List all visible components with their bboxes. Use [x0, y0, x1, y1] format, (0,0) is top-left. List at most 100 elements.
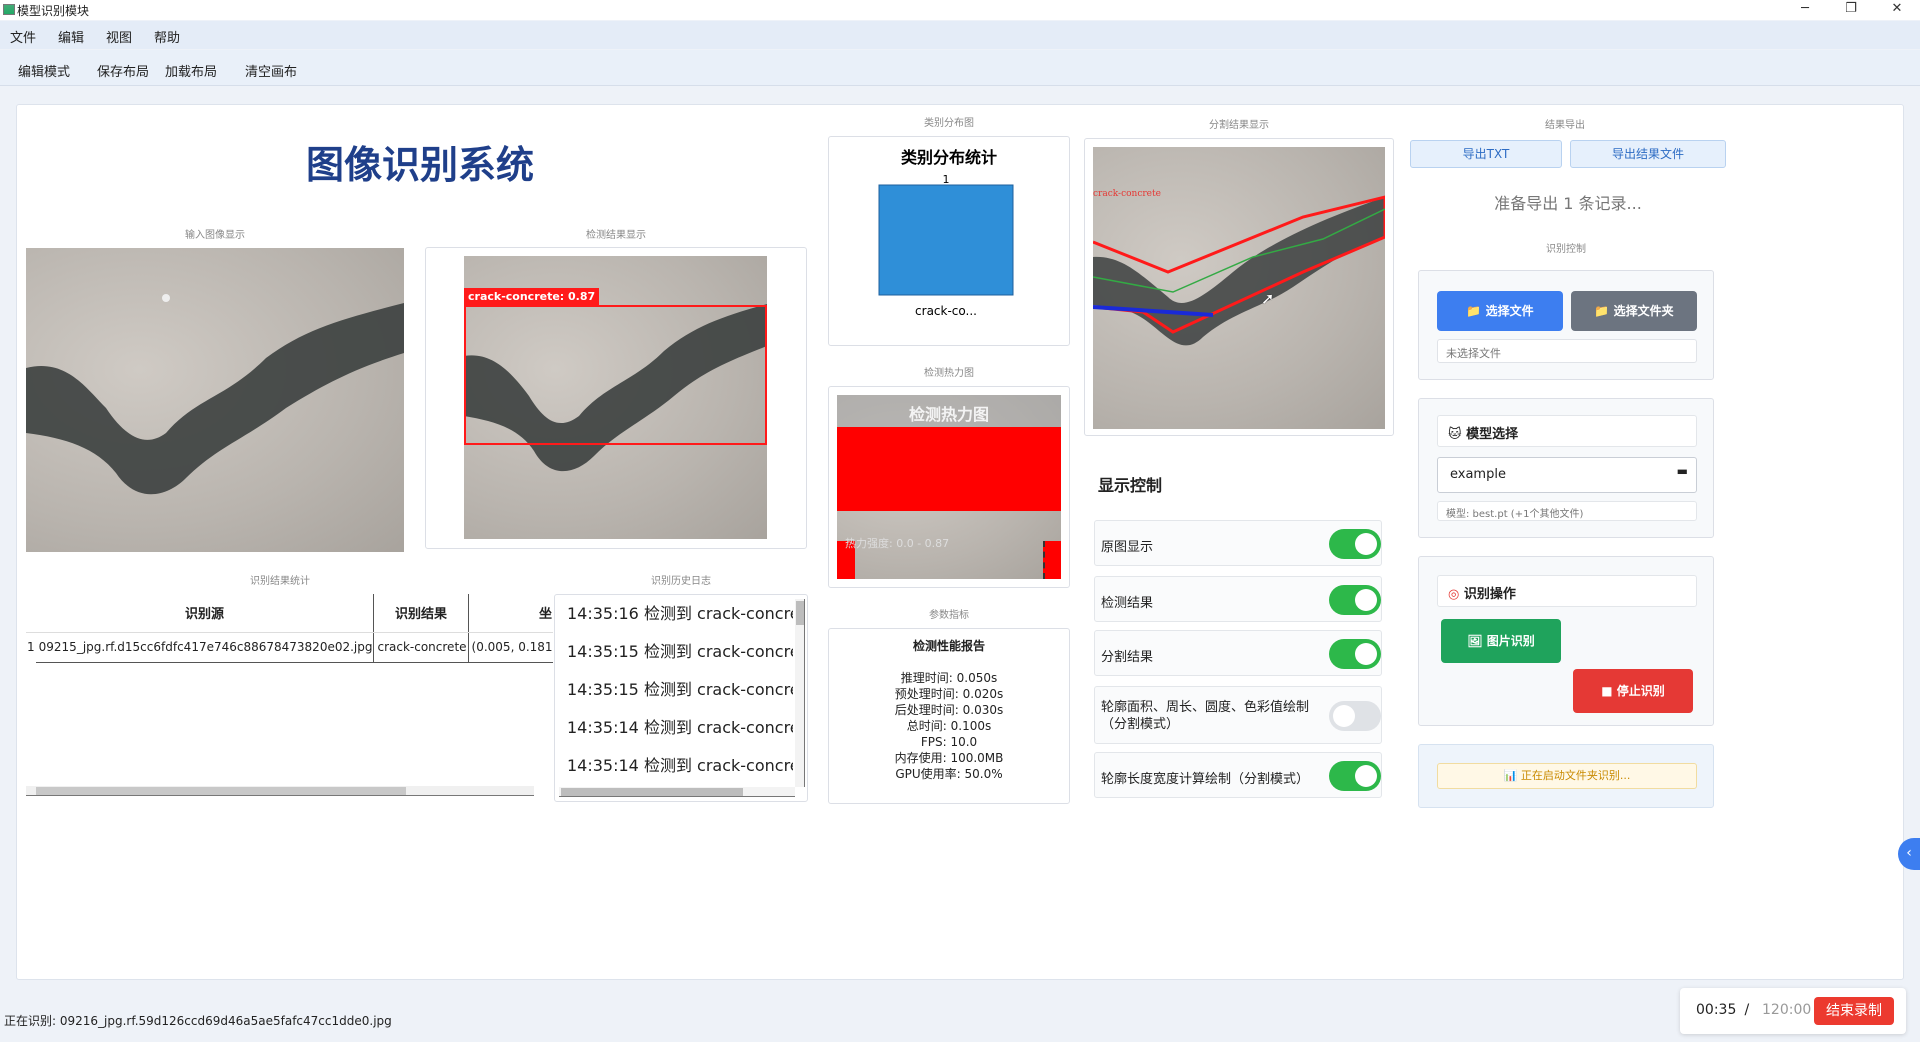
minimize-icon[interactable]: ─	[1782, 0, 1828, 20]
stop-recog-button[interactable]: ■ 停止识别	[1573, 669, 1693, 713]
title-bar: 模型识别模块 ─ ❐ ✕	[0, 0, 1920, 20]
folder-icon: 📁	[1594, 304, 1610, 318]
log-vscroll-thumb[interactable]	[796, 601, 804, 625]
save-layout-button[interactable]: 保存布局	[97, 61, 149, 80]
row-source: 09215_jpg.rf.d15cc6fdfc417e746c886784738…	[35, 632, 375, 663]
table-hscroll-thumb[interactable]	[36, 787, 406, 795]
toggle-label: 检测结果	[1101, 596, 1154, 611]
heatmap-title: 检测热力图	[908, 405, 989, 424]
menu-view[interactable]: 视图	[106, 27, 132, 46]
table-header-result[interactable]: 识别结果	[373, 594, 469, 633]
result-stats-caption: 识别结果统计	[250, 576, 310, 587]
input-image-caption: 输入图像显示	[185, 230, 245, 241]
report-line: 预处理时间: 0.020s	[894, 687, 1004, 701]
menu-file[interactable]: 文件	[10, 27, 36, 46]
chart-icon: 📊	[1503, 769, 1518, 782]
heatmap-panel: 检测热力图 热力强度: 0.0 - 0.87	[828, 386, 1070, 588]
display-control-title: 显示控制	[1098, 476, 1163, 495]
menu-help[interactable]: 帮助	[154, 27, 180, 46]
table-header-coord[interactable]: 坐	[468, 594, 554, 633]
dropdown-icon: ▬	[1676, 464, 1688, 478]
report-line: FPS: 10.0	[920, 735, 978, 749]
file-status: 未选择文件	[1437, 339, 1697, 363]
report-line: 推理时间: 0.050s	[900, 671, 998, 685]
detect-result-panel: crack-concrete: 0.87	[425, 247, 807, 549]
image-icon: 🖼	[1467, 634, 1483, 648]
recording-elapsed: 00:35	[1696, 1002, 1737, 1018]
export-caption: 结果导出	[1545, 120, 1585, 131]
heatmap-image: 检测热力图 热力强度: 0.0 - 0.87	[837, 395, 1061, 579]
toggle-original-display[interactable]	[1329, 529, 1381, 559]
export-file-button[interactable]: 导出结果文件	[1570, 140, 1726, 168]
toggle-row-contour-area: 轮廓面积、周长、圆度、色彩值绘制（分割模式）	[1094, 686, 1382, 744]
toggle-row-original: 原图显示	[1094, 520, 1382, 566]
input-image	[26, 248, 404, 552]
log-vscrollbar[interactable]	[795, 599, 805, 787]
progress-status: 📊 正在启动文件夹识别...	[1437, 763, 1697, 789]
load-layout-button[interactable]: 加载布局	[165, 61, 217, 80]
segment-image: crack-concrete ➚	[1093, 147, 1385, 429]
select-folder-button[interactable]: 📁 选择文件夹	[1571, 291, 1697, 331]
recording-widget: 00:35 / 120:00 结束录制	[1680, 988, 1906, 1034]
toolbar: 编辑模式 保存布局 加载布局 清空画布	[0, 50, 1920, 86]
file-select-panel: 📁 选择文件 📁 选择文件夹 未选择文件	[1418, 270, 1714, 380]
heatmap-range-label: 热力强度: 0.0 - 0.87	[845, 537, 950, 550]
log-hscroll-thumb[interactable]	[561, 788, 743, 796]
recording-total: 120:00	[1762, 1002, 1812, 1018]
history-log-caption: 识别历史日志	[651, 576, 711, 587]
restore-icon[interactable]: ❐	[1828, 0, 1874, 20]
class-dist-panel: 类别分布统计 1 crack-co...	[828, 136, 1070, 346]
menu-edit[interactable]: 编辑	[58, 27, 84, 46]
menu-bar: 文件 编辑 视图 帮助	[0, 21, 1920, 49]
table-header-source[interactable]: 识别源	[35, 594, 375, 633]
report-line: GPU使用率: 50.0%	[895, 767, 1003, 781]
log-hscrollbar[interactable]	[559, 787, 795, 797]
stop-icon: ■	[1601, 684, 1613, 698]
result-table-panel: 识别源 识别结果 坐 1 09215_jpg.rf.d15cc6fdfc417e…	[26, 594, 554, 798]
segment-label: crack-concrete	[1093, 189, 1161, 199]
model-dropdown[interactable]: example ▬	[1437, 457, 1697, 493]
chart-category-label: crack-co...	[915, 304, 977, 318]
table-hscrollbar[interactable]	[26, 786, 534, 796]
window-title: 模型识别模块	[17, 4, 90, 18]
toggle-label: 分割结果	[1101, 650, 1154, 665]
report-line: 后处理时间: 0.030s	[894, 703, 1004, 717]
params-panel: 检测性能报告 推理时间: 0.050s 预处理时间: 0.020s 后处理时间:…	[828, 628, 1070, 804]
toggle-row-detect: 检测结果	[1094, 576, 1382, 622]
mouse-cursor-icon: ➚	[1261, 289, 1275, 308]
detection-box	[464, 305, 767, 445]
recog-control-caption: 识别控制	[1546, 244, 1586, 255]
status-text: 正在识别: 09216_jpg.rf.59d126ccd69d46a5ae5fa…	[4, 1014, 392, 1028]
toggle-label: 轮廓面积、周长、圆度、色彩值绘制（分割模式）	[1101, 700, 1310, 732]
clear-canvas-button[interactable]: 清空画布	[245, 61, 297, 80]
detect-result-image: crack-concrete: 0.87	[464, 256, 767, 539]
detect-result-caption: 检测结果显示	[586, 230, 646, 241]
class-dist-caption: 类别分布图	[924, 118, 974, 129]
robot-icon: 🐱	[1448, 427, 1462, 442]
model-dropdown-value: example	[1450, 467, 1506, 482]
toggle-label: 轮廓长度宽度计算绘制（分割模式）	[1101, 772, 1310, 787]
close-icon[interactable]: ✕	[1874, 0, 1920, 20]
toggle-contour-length[interactable]	[1329, 761, 1381, 791]
toggle-segment-result[interactable]	[1329, 639, 1381, 669]
detection-label: crack-concrete: 0.87	[464, 288, 600, 305]
toggle-contour-area[interactable]	[1329, 701, 1381, 731]
log-entry: 14:35:16 检测到 crack-concret	[567, 604, 793, 623]
select-file-button[interactable]: 📁 选择文件	[1437, 291, 1563, 331]
log-entry: 14:35:15 检测到 crack-concret	[567, 680, 793, 699]
row-result: crack-concrete	[373, 632, 469, 663]
table-row[interactable]: 1 09215_jpg.rf.d15cc6fdfc417e746c8867847…	[26, 632, 554, 663]
image-recog-button[interactable]: 🖼 图片识别	[1441, 619, 1561, 663]
row-coord: (0.005, 0.181,	[468, 632, 554, 663]
export-txt-button[interactable]: 导出TXT	[1410, 140, 1562, 168]
toggle-detect-result[interactable]	[1329, 585, 1381, 615]
report-line: 总时间: 0.100s	[906, 719, 992, 733]
app-icon	[3, 4, 15, 15]
stop-recording-button[interactable]: 结束录制	[1814, 997, 1894, 1025]
report-title: 检测性能报告	[912, 639, 985, 653]
edit-mode-button[interactable]: 编辑模式	[18, 61, 70, 80]
heatmap-caption: 检测热力图	[924, 368, 974, 379]
model-select-panel: 🐱 模型选择 example ▬ 模型: best.pt (+1个其他文件)	[1418, 398, 1714, 538]
chart-title: 类别分布统计	[901, 148, 997, 167]
class-dist-chart: 类别分布统计 1 crack-co...	[878, 148, 1014, 318]
